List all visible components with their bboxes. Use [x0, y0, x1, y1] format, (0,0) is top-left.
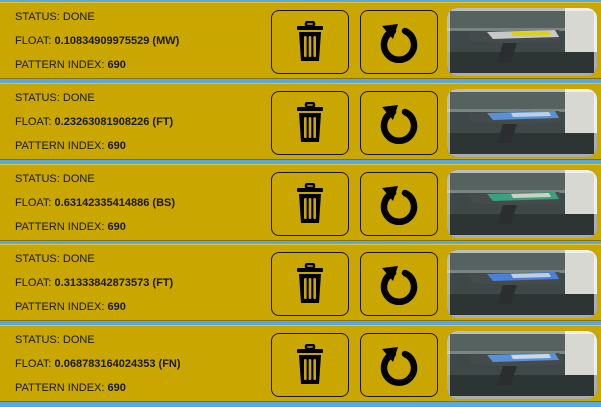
pattern-index-value: 690: [107, 301, 126, 313]
reload-button[interactable]: [360, 333, 438, 397]
item-info: STATUS: DONE FLOAT: 0.63142335414886 (BS)…: [15, 165, 265, 242]
refresh-icon: [379, 183, 419, 225]
status-line: STATUS: DONE: [15, 334, 95, 346]
pattern-index-value: 690: [107, 140, 126, 152]
delete-button[interactable]: [271, 172, 349, 236]
pattern-label: PATTERN INDEX:: [15, 382, 105, 394]
trash-icon: [295, 21, 325, 63]
status-label: STATUS:: [15, 334, 60, 346]
pattern-line: PATTERN INDEX: 690: [15, 59, 126, 71]
status-value: DONE: [62, 92, 95, 104]
item-info: STATUS: DONE FLOAT: 0.23263081908226 (FT)…: [15, 84, 265, 161]
float-label: FLOAT:: [15, 197, 52, 209]
float-label: FLOAT:: [15, 116, 52, 128]
trash-icon: [295, 263, 325, 305]
status-label: STATUS:: [15, 92, 60, 104]
pattern-label: PATTERN INDEX:: [15, 140, 105, 152]
pattern-line: PATTERN INDEX: 690: [15, 221, 126, 233]
refresh-icon: [379, 102, 419, 144]
float-label: FLOAT:: [15, 35, 52, 47]
status-line: STATUS: DONE: [15, 92, 95, 104]
float-line: FLOAT: 0.63142335414886 (BS): [15, 197, 175, 209]
skin-thumbnail: [447, 331, 597, 399]
skin-item: STATUS: DONE FLOAT: 0.23263081908226 (FT)…: [0, 83, 601, 160]
status-label: STATUS:: [15, 253, 60, 265]
delete-button[interactable]: [271, 252, 349, 316]
skin-item: STATUS: DONE FLOAT: 0.31333842873573 (FT)…: [0, 244, 601, 321]
reload-button[interactable]: [360, 91, 438, 155]
float-value: 0.068783164024353 (FN): [54, 358, 181, 370]
status-label: STATUS:: [15, 11, 60, 23]
trash-icon: [295, 344, 325, 386]
float-label: FLOAT:: [15, 358, 52, 370]
status-value: DONE: [62, 253, 95, 265]
skin-thumbnail: [447, 8, 597, 76]
delete-button[interactable]: [271, 333, 349, 397]
status-value: DONE: [62, 11, 95, 23]
float-line: FLOAT: 0.23263081908226 (FT): [15, 116, 173, 128]
pattern-label: PATTERN INDEX:: [15, 221, 105, 233]
pattern-line: PATTERN INDEX: 690: [15, 301, 126, 313]
refresh-icon: [379, 344, 419, 386]
pattern-index-value: 690: [107, 221, 126, 233]
pattern-label: PATTERN INDEX:: [15, 301, 105, 313]
delete-button[interactable]: [271, 10, 349, 74]
float-line: FLOAT: 0.10834909975529 (MW): [15, 35, 179, 47]
float-label: FLOAT:: [15, 277, 52, 289]
float-value: 0.31333842873573 (FT): [54, 277, 174, 289]
float-value: 0.10834909975529 (MW): [54, 35, 180, 47]
status-line: STATUS: DONE: [15, 253, 95, 265]
item-info: STATUS: DONE FLOAT: 0.31333842873573 (FT)…: [15, 245, 265, 322]
pattern-label: PATTERN INDEX:: [15, 59, 105, 71]
float-line: FLOAT: 0.31333842873573 (FT): [15, 277, 173, 289]
reload-button[interactable]: [360, 10, 438, 74]
skin-thumbnail: [447, 89, 597, 157]
status-value: DONE: [62, 173, 95, 185]
skin-thumbnail: [447, 170, 597, 238]
skin-list: STATUS: DONE FLOAT: 0.10834909975529 (MW)…: [0, 0, 601, 407]
trash-icon: [295, 102, 325, 144]
float-line: FLOAT: 0.068783164024353 (FN): [15, 358, 181, 370]
reload-button[interactable]: [360, 252, 438, 316]
reload-button[interactable]: [360, 172, 438, 236]
float-value: 0.23263081908226 (FT): [54, 116, 174, 128]
status-line: STATUS: DONE: [15, 173, 95, 185]
status-line: STATUS: DONE: [15, 11, 95, 23]
pattern-line: PATTERN INDEX: 690: [15, 382, 126, 394]
trash-icon: [295, 183, 325, 225]
status-value: DONE: [62, 334, 95, 346]
float-value: 0.63142335414886 (BS): [54, 197, 176, 209]
pattern-index-value: 690: [107, 382, 126, 394]
refresh-icon: [379, 263, 419, 305]
skin-item: STATUS: DONE FLOAT: 0.068783164024353 (FN…: [0, 325, 601, 402]
delete-button[interactable]: [271, 91, 349, 155]
status-label: STATUS:: [15, 173, 60, 185]
refresh-icon: [379, 21, 419, 63]
pattern-index-value: 690: [107, 59, 126, 71]
pattern-line: PATTERN INDEX: 690: [15, 140, 126, 152]
skin-thumbnail: [447, 250, 597, 318]
skin-item: STATUS: DONE FLOAT: 0.10834909975529 (MW)…: [0, 2, 601, 79]
skin-item: STATUS: DONE FLOAT: 0.63142335414886 (BS)…: [0, 164, 601, 241]
item-info: STATUS: DONE FLOAT: 0.068783164024353 (FN…: [15, 326, 265, 403]
item-info: STATUS: DONE FLOAT: 0.10834909975529 (MW)…: [15, 3, 265, 80]
